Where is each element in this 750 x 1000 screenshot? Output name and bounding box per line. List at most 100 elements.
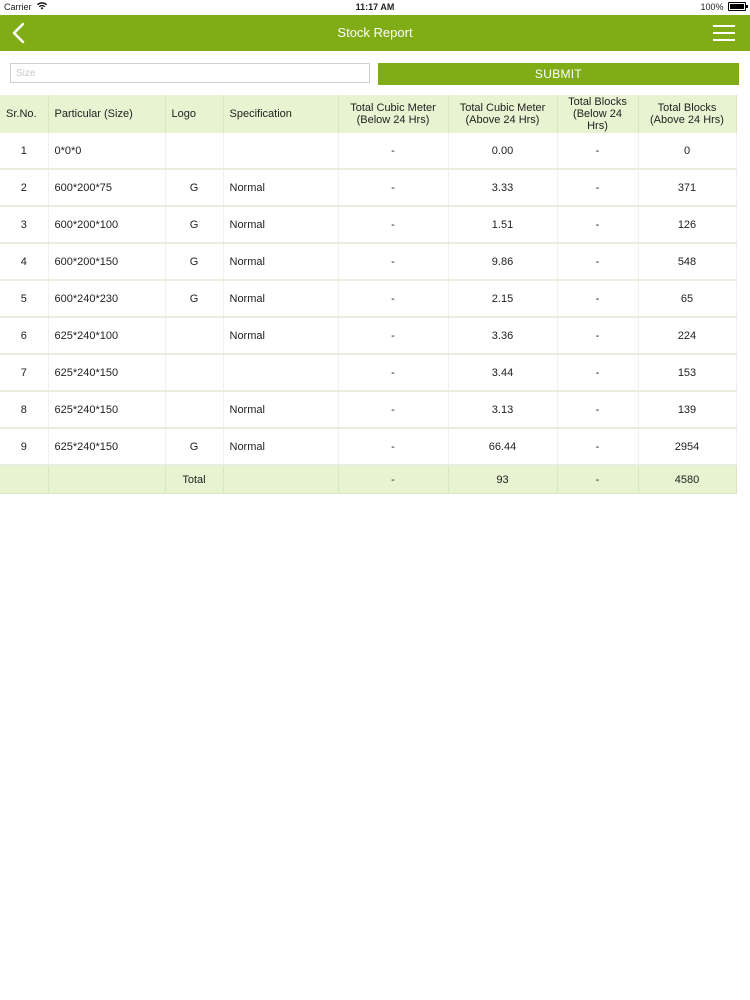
cell-sr-no: 9 [0, 428, 49, 466]
cell-cubic-above: 3.33 [448, 169, 558, 207]
total-cell-sr-no [0, 465, 49, 494]
total-cell-specification [223, 465, 339, 494]
cell-particular: 0*0*0 [48, 133, 166, 170]
hamburger-menu-icon [713, 25, 735, 41]
cell-cubic-below: - [338, 169, 449, 207]
total-cell-particular [48, 465, 166, 494]
cell-specification: Normal [223, 317, 339, 355]
total-cell-blocks-below: - [557, 465, 639, 494]
header-specification: Specification [223, 95, 339, 133]
cell-logo: G [165, 428, 224, 466]
cell-logo: G [165, 243, 224, 281]
cell-blocks-above: 224 [638, 317, 737, 355]
cell-blocks-above: 371 [638, 169, 737, 207]
table-row[interactable]: 3 600*200*100 G Normal -1.51-126 [0, 206, 737, 244]
cell-particular: 600*200*150 [48, 243, 166, 281]
cell-blocks-below: - [557, 280, 639, 318]
cell-sr-no: 4 [0, 243, 49, 281]
cell-cubic-below: - [338, 317, 449, 355]
table-row[interactable]: 1 0*0*0-0.00-0 [0, 133, 737, 170]
total-cell-blocks-above: 4580 [638, 465, 737, 494]
cell-cubic-above: 3.44 [448, 354, 558, 392]
cell-logo: G [165, 206, 224, 244]
cell-blocks-below: - [557, 354, 639, 392]
cell-sr-no: 3 [0, 206, 49, 244]
header-logo: Logo [165, 95, 224, 133]
total-cell-logo: Total [165, 465, 224, 494]
header-cubic-meter-above: Total Cubic Meter (Above 24 Hrs) [448, 95, 558, 133]
cell-particular: 600*200*100 [48, 206, 166, 244]
cell-sr-no: 6 [0, 317, 49, 355]
cell-sr-no: 1 [0, 133, 49, 170]
header-sr-no: Sr.No. [0, 95, 49, 133]
table-row[interactable]: 8 625*240*150 Normal -3.13-139 [0, 391, 737, 429]
cell-sr-no: 7 [0, 354, 49, 392]
table-row[interactable]: 9 625*240*150 G Normal -66.44-2954 [0, 428, 737, 466]
cell-blocks-below: - [557, 391, 639, 429]
cell-cubic-below: - [338, 206, 449, 244]
cell-blocks-below: - [557, 428, 639, 466]
cell-blocks-below: - [557, 317, 639, 355]
cell-logo: G [165, 169, 224, 207]
cell-particular: 625*240*150 [48, 354, 166, 392]
cell-blocks-above: 2954 [638, 428, 737, 466]
search-row: SUBMIT [0, 51, 750, 95]
cell-sr-no: 8 [0, 391, 49, 429]
cell-blocks-above: 126 [638, 206, 737, 244]
cell-specification: Normal [223, 391, 339, 429]
cell-specification: Normal [223, 206, 339, 244]
cell-cubic-below: - [338, 280, 449, 318]
cell-blocks-above: 139 [638, 391, 737, 429]
cell-cubic-below: - [338, 391, 449, 429]
cell-logo [165, 391, 224, 429]
battery-icon [728, 2, 748, 11]
cell-cubic-above: 3.13 [448, 391, 558, 429]
clock: 11:17 AM [355, 2, 395, 12]
header-blocks-below: Total Blocks (Below 24 Hrs) [557, 95, 639, 133]
menu-button[interactable] [712, 23, 736, 43]
cell-logo [165, 354, 224, 392]
cell-cubic-below: - [338, 354, 449, 392]
cell-specification: Normal [223, 243, 339, 281]
table-body: 1 0*0*0-0.00-0 2 600*200*75 G Normal -3.33-371… [0, 133, 737, 494]
cell-particular: 625*240*150 [48, 391, 166, 429]
page-title: Stock Report [337, 25, 413, 40]
table-row[interactable]: 4 600*200*150 G Normal -9.86-548 [0, 243, 737, 281]
submit-button[interactable]: SUBMIT [378, 63, 739, 85]
cell-sr-no: 5 [0, 280, 49, 318]
cell-blocks-above: 548 [638, 243, 737, 281]
cell-cubic-below: - [338, 133, 449, 170]
battery-percent: 100% [700, 2, 724, 12]
size-search-input[interactable] [10, 63, 370, 83]
table-row[interactable]: 5 600*240*230 G Normal -2.15-65 [0, 280, 737, 318]
table-row[interactable]: 6 625*240*100 Normal -3.36-224 [0, 317, 737, 355]
cell-blocks-below: - [557, 206, 639, 244]
status-bar: Carrier 11:17 AM 100% [0, 0, 750, 15]
cell-particular: 625*240*150 [48, 428, 166, 466]
nav-bar: Stock Report [0, 15, 750, 51]
table-row[interactable]: 2 600*200*75 G Normal -3.33-371 [0, 169, 737, 207]
table-total-row: Total -93-4580 [0, 465, 737, 494]
cell-logo: G [165, 280, 224, 318]
cell-cubic-above: 3.36 [448, 317, 558, 355]
cell-specification: Normal [223, 169, 339, 207]
cell-specification: Normal [223, 280, 339, 318]
cell-particular: 600*200*75 [48, 169, 166, 207]
cell-cubic-above: 2.15 [448, 280, 558, 318]
table-header-row: Sr.No. Particular (Size) Logo Specificat… [0, 95, 737, 133]
cell-specification [223, 354, 339, 392]
cell-sr-no: 2 [0, 169, 49, 207]
cell-logo [165, 317, 224, 355]
cell-cubic-below: - [338, 428, 449, 466]
header-particular-size: Particular (Size) [48, 95, 166, 133]
cell-logo [165, 133, 224, 170]
cell-blocks-above: 65 [638, 280, 737, 318]
total-cell-cubic-above: 93 [448, 465, 558, 494]
total-cell-cubic-below: - [338, 465, 449, 494]
table-row[interactable]: 7 625*240*150-3.44-153 [0, 354, 737, 392]
cell-blocks-above: 153 [638, 354, 737, 392]
cell-specification: Normal [223, 428, 339, 466]
header-blocks-above: Total Blocks (Above 24 Hrs) [638, 95, 737, 133]
cell-blocks-below: - [557, 243, 639, 281]
header-cubic-meter-below: Total Cubic Meter (Below 24 Hrs) [338, 95, 449, 133]
